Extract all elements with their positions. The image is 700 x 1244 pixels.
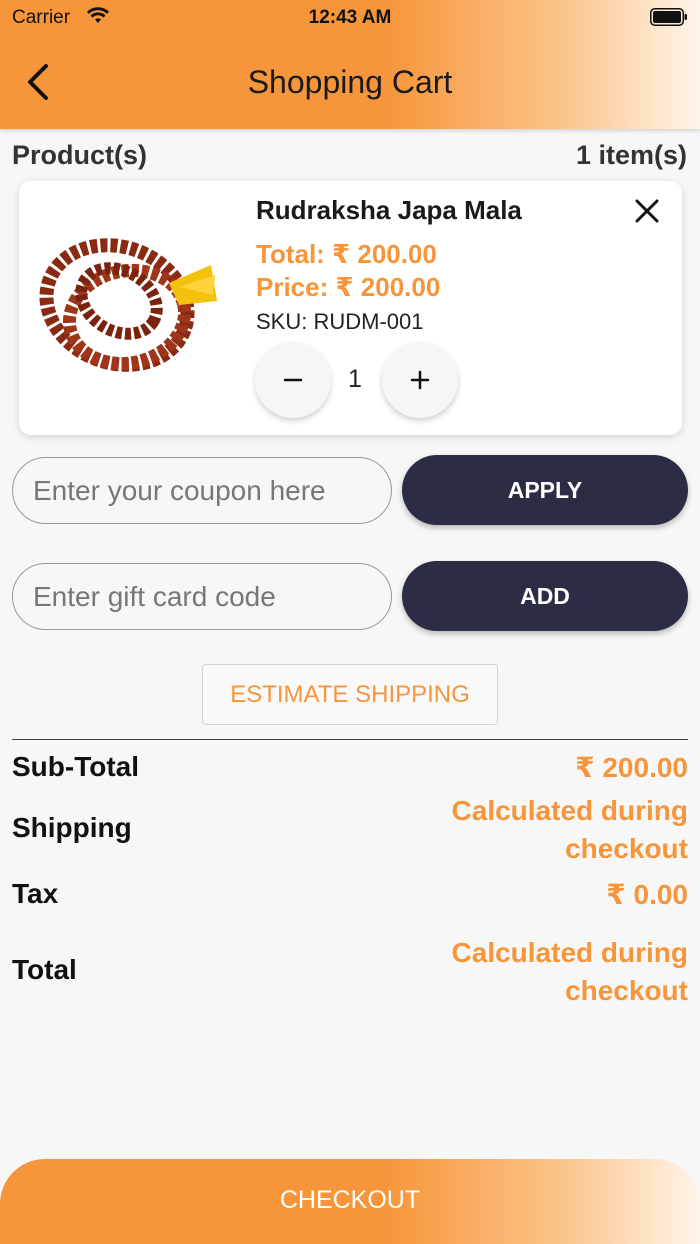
shipping-value: Calculated during checkout	[388, 792, 688, 868]
total-label: Total	[12, 954, 77, 985]
estimate-shipping-button[interactable]: ESTIMATE SHIPPING	[202, 664, 498, 725]
page-title: Shopping Cart	[247, 64, 453, 100]
subtotal-label: Sub-Total	[12, 751, 140, 782]
add-gift-card-button[interactable]: ADD	[402, 561, 688, 631]
shipping-value-line1: Calculated during	[451, 795, 688, 826]
subtotal-value: ₹ 200.00	[575, 752, 688, 783]
status-bar: Carrier 12:43 AM	[0, 0, 700, 36]
product-price: Price: ₹ 200.00	[256, 272, 441, 302]
status-time: 12:43 AM	[308, 7, 392, 28]
app-header: Carrier 12:43 AM Shopping Cart	[0, 0, 700, 129]
total-value-line1: Calculated during	[451, 937, 688, 968]
tax-value: ₹ 0.00	[606, 879, 688, 910]
apply-coupon-button[interactable]: APPLY	[402, 455, 688, 525]
coupon-input[interactable]	[12, 457, 392, 524]
cart-item-card: Rudraksha Japa Mala Total: ₹ 200.00 Pric…	[19, 181, 682, 435]
total-value-line2: checkout	[565, 975, 688, 1006]
quantity-value: 1	[348, 365, 362, 393]
items-count: 1 item(s)	[575, 140, 687, 170]
product-sku: SKU: RUDM-001	[256, 309, 424, 334]
product-total: Total: ₹ 200.00	[256, 239, 437, 269]
battery-icon	[650, 8, 687, 26]
shipping-value-line2: checkout	[565, 833, 688, 864]
summary-divider	[12, 739, 688, 740]
minus-icon	[283, 378, 303, 382]
remove-item-button[interactable]	[631, 195, 663, 227]
close-icon	[635, 199, 659, 223]
checkout-button[interactable]: CHECKOUT	[0, 1159, 700, 1244]
increase-quantity-button[interactable]	[382, 342, 458, 418]
shipping-label: Shipping	[12, 812, 132, 843]
products-label: Product(s)	[12, 140, 147, 170]
product-name: Rudraksha Japa Mala	[256, 195, 522, 225]
gift-card-input[interactable]	[12, 563, 392, 630]
plus-icon	[410, 370, 430, 390]
decrease-quantity-button[interactable]	[255, 342, 331, 418]
tax-label: Tax	[12, 878, 59, 909]
total-value: Calculated during checkout	[388, 934, 688, 1010]
product-image	[29, 205, 229, 415]
